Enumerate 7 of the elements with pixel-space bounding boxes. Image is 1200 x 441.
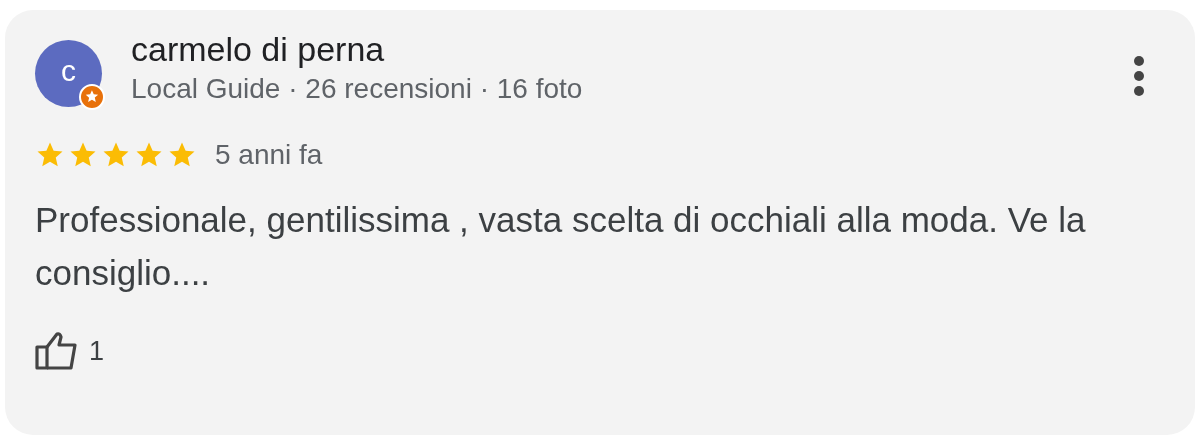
author-name[interactable]: carmelo di perna [131, 30, 583, 69]
more-options-icon[interactable] [1133, 55, 1145, 97]
review-text: Professionale, gentilissima , vasta scelta di occhiali alla moda. Ve la consiglio.... [35, 199, 1087, 294]
like-count: 1 [89, 335, 105, 367]
author-meta: Local Guide · 26 recensioni · 16 foto [131, 73, 583, 105]
thumbs-up-icon[interactable] [35, 331, 79, 371]
review-time: 5 anni fa [215, 139, 323, 171]
